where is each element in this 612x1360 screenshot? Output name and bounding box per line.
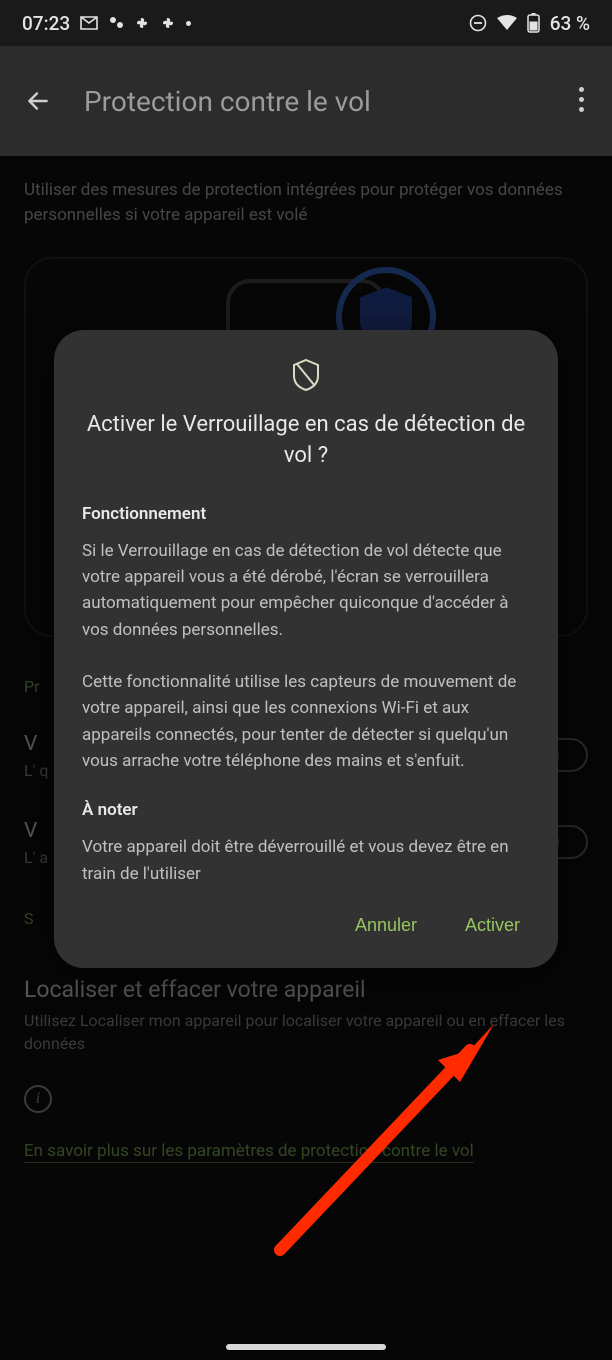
- battery-icon: [527, 13, 540, 33]
- dialog-paragraph: Votre appareil doit être déverrouillé et…: [82, 834, 530, 887]
- dialog-heading-how: Fonctionnement: [82, 504, 530, 524]
- gmail-icon: [80, 16, 98, 30]
- locate-subtitle: Utilisez Localiser mon appareil pour loc…: [24, 1009, 588, 1055]
- status-right: 63 %: [469, 12, 590, 35]
- info-row: i: [24, 1085, 588, 1113]
- status-bar: 07:23 63 %: [0, 0, 612, 46]
- learn-more-link[interactable]: En savoir plus sur les paramètres de pro…: [24, 1141, 588, 1161]
- fan-icon: [160, 15, 176, 31]
- status-left: 07:23: [22, 12, 191, 35]
- info-icon: i: [24, 1085, 52, 1113]
- setting-title: V: [24, 819, 48, 843]
- locate-heading: Localiser et effacer votre appareil: [24, 976, 588, 1003]
- dialog-paragraph: Cette fonctionnalité utilise les capteur…: [82, 669, 530, 774]
- activity-icon: [108, 15, 124, 31]
- cancel-button[interactable]: Annuler: [351, 907, 421, 944]
- confirm-button[interactable]: Activer: [461, 907, 524, 944]
- dialog-body: Fonctionnement Si le Verrouillage en cas…: [82, 504, 530, 887]
- confirm-dialog: Activer le Verrouillage en cas de détect…: [54, 330, 558, 968]
- battery-percent: 63 %: [550, 12, 590, 35]
- gesture-handle[interactable]: [226, 1344, 386, 1350]
- dialog-shield-icon: [82, 358, 530, 392]
- setting-title: V: [24, 732, 48, 756]
- app-bar: Protection contre le vol: [0, 46, 612, 156]
- dnd-icon: [469, 14, 487, 32]
- overflow-menu-button[interactable]: [566, 84, 596, 114]
- dot-icon: [186, 21, 191, 26]
- status-clock: 07:23: [22, 12, 70, 35]
- dialog-title: Activer le Verrouillage en cas de détect…: [82, 410, 530, 472]
- dialog-actions: Annuler Activer: [82, 907, 530, 950]
- setting-subtitle: L' a: [24, 847, 48, 869]
- dialog-heading-note: À noter: [82, 800, 530, 820]
- fan-icon: [134, 15, 150, 31]
- setting-subtitle: L' q: [24, 760, 48, 782]
- page-title: Protection contre le vol: [84, 85, 371, 118]
- wifi-icon: [497, 15, 517, 31]
- dialog-paragraph: Si le Verrouillage en cas de détection d…: [82, 538, 530, 643]
- back-button[interactable]: [20, 83, 56, 119]
- page-description: Utiliser des mesures de protection intég…: [24, 178, 588, 227]
